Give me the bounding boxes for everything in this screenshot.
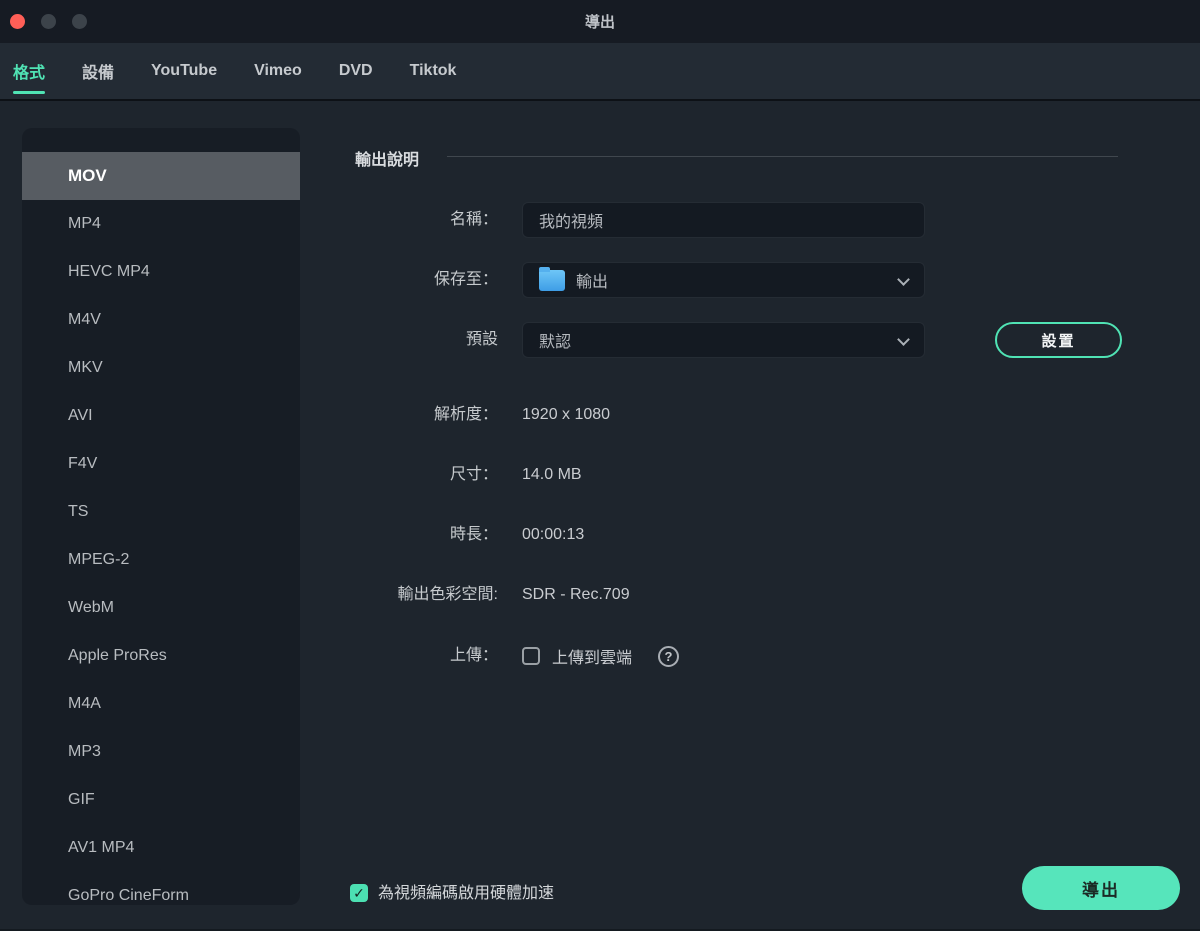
preset-row: 預設 默認 設置 bbox=[0, 322, 1200, 358]
duration-value: 00:00:13 bbox=[522, 526, 585, 543]
tab-tiktok[interactable]: Tiktok bbox=[410, 42, 457, 100]
save-to-value: 輸出 bbox=[576, 274, 609, 291]
name-input[interactable]: 我的視頻 bbox=[522, 202, 925, 238]
upload-cloud-label: 上傳到雲端 bbox=[552, 650, 633, 667]
color-space-value: SDR - Rec.709 bbox=[522, 586, 630, 603]
tab-dvd[interactable]: DVD bbox=[339, 42, 373, 100]
folder-icon bbox=[539, 267, 565, 291]
name-row: 名稱： 我的視頻 bbox=[0, 202, 1200, 238]
upload-label: 上傳： bbox=[449, 647, 498, 664]
hw-accel-checkbox[interactable]: ✓ bbox=[350, 884, 368, 902]
color-space-row: 輸出色彩空間: SDR - Rec.709 bbox=[0, 577, 1200, 613]
upload-row: 上傳： 上傳到雲端 ? bbox=[0, 638, 1200, 674]
chevron-down-icon bbox=[897, 333, 910, 346]
format-item-m4a[interactable]: M4A bbox=[22, 680, 300, 728]
name-label: 名稱： bbox=[449, 211, 498, 228]
duration-row: 時長： 00:00:13 bbox=[0, 517, 1200, 553]
name-value: 我的視頻 bbox=[539, 214, 604, 231]
tab-format[interactable]: 格式 bbox=[13, 42, 46, 100]
maximize-button[interactable] bbox=[72, 14, 87, 29]
size-row: 尺寸： 14.0 MB bbox=[0, 457, 1200, 493]
titlebar: 導出 bbox=[0, 0, 1200, 43]
tab-bar: 格式 設備 YouTube Vimeo DVD Tiktok bbox=[0, 43, 1200, 101]
save-to-label: 保存至： bbox=[433, 271, 498, 288]
duration-label: 時長： bbox=[449, 526, 498, 543]
export-dialog: 導出 格式 設備 YouTube Vimeo DVD Tiktok MOV MP… bbox=[0, 0, 1200, 931]
section-divider bbox=[447, 156, 1118, 157]
resolution-value: 1920 x 1080 bbox=[522, 406, 611, 423]
resolution-row: 解析度： 1920 x 1080 bbox=[0, 397, 1200, 433]
color-space-label: 輸出色彩空間: bbox=[397, 586, 498, 603]
size-value: 14.0 MB bbox=[522, 466, 582, 483]
resolution-label: 解析度： bbox=[433, 406, 498, 423]
tab-device[interactable]: 設備 bbox=[82, 42, 114, 100]
preset-label: 預設 bbox=[465, 331, 498, 348]
format-item-gif[interactable]: GIF bbox=[22, 776, 300, 824]
size-label: 尺寸： bbox=[449, 466, 498, 483]
chevron-down-icon bbox=[897, 273, 910, 286]
format-item-av1-mp4[interactable]: AV1 MP4 bbox=[22, 824, 300, 872]
save-to-dropdown[interactable]: 輸出 bbox=[522, 262, 925, 298]
preset-value: 默認 bbox=[539, 334, 572, 351]
settings-button[interactable]: 設置 bbox=[995, 322, 1122, 358]
close-button[interactable] bbox=[10, 14, 25, 29]
window-title: 導出 bbox=[584, 14, 615, 31]
section-title: 輸出說明 bbox=[355, 152, 420, 169]
traffic-lights bbox=[10, 14, 87, 29]
format-item-mp3[interactable]: MP3 bbox=[22, 728, 300, 776]
preset-dropdown[interactable]: 默認 bbox=[522, 322, 925, 358]
tab-youtube[interactable]: YouTube bbox=[151, 42, 217, 100]
help-icon[interactable]: ? bbox=[658, 645, 680, 667]
tab-vimeo[interactable]: Vimeo bbox=[254, 42, 302, 100]
format-item-gopro-cineform[interactable]: GoPro CineForm bbox=[22, 872, 300, 905]
export-button[interactable]: 導出 bbox=[1022, 866, 1180, 910]
hw-accel-label: 為視頻編碼啟用硬體加速 bbox=[378, 885, 555, 902]
format-item-mov[interactable]: MOV bbox=[22, 152, 300, 200]
upload-cloud-checkbox[interactable] bbox=[522, 647, 540, 665]
minimize-button[interactable] bbox=[41, 14, 56, 29]
save-to-row: 保存至： 輸出 bbox=[0, 262, 1200, 298]
